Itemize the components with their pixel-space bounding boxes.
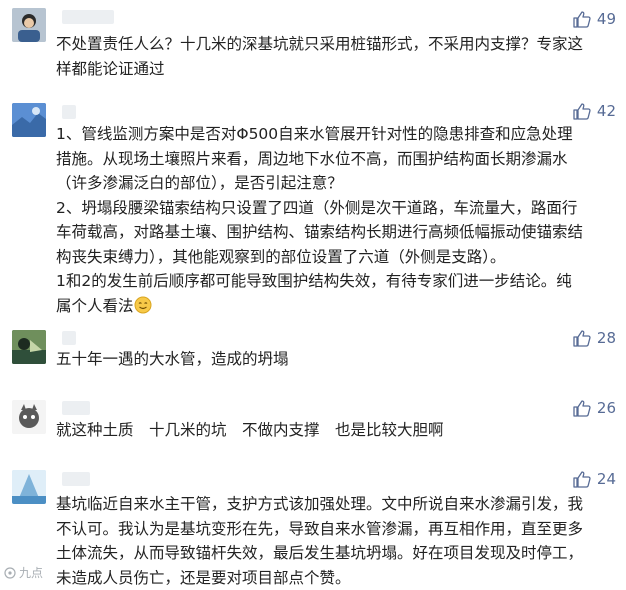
comment-text: 基坑临近自来水主干管，支护方式该加强处理。文中所说自来水渗漏引发，我 不认可。我… (56, 492, 616, 590)
like-button[interactable]: 24 (573, 470, 616, 488)
avatar[interactable] (12, 8, 46, 42)
comment-text: 就这种土质 十几米的坑 不做内支撑 也是比较大胆啊 (56, 418, 616, 443)
comment-text: 1、管线监测方案中是否对Φ500自来水管展开针对性的隐患排查和应急处理 措施。从… (56, 122, 616, 318)
watermark-text: 九点 (19, 564, 43, 581)
smile-emoji-icon (134, 296, 152, 314)
avatar[interactable] (12, 470, 46, 504)
username[interactable] (62, 331, 76, 345)
like-count: 42 (597, 102, 616, 120)
like-count: 49 (597, 10, 616, 28)
like-button[interactable]: 42 (573, 102, 616, 120)
avatar[interactable] (12, 103, 46, 137)
avatar[interactable] (12, 400, 46, 434)
watermark-logo-icon (4, 567, 16, 579)
thumbs-up-icon (573, 11, 591, 28)
comment-text: 不处置责任人么？十几米的深基坑就只采用桩锚形式，不采用内支撑？专家这 样都能论证… (56, 32, 616, 81)
like-button[interactable]: 26 (573, 399, 616, 417)
watermark: 九点 (4, 564, 43, 581)
username[interactable] (62, 10, 114, 24)
thumbs-up-icon (573, 400, 591, 417)
username[interactable] (62, 105, 76, 119)
username[interactable] (62, 401, 90, 415)
like-count: 26 (597, 399, 616, 417)
thumbs-up-icon (573, 471, 591, 488)
like-count: 24 (597, 470, 616, 488)
avatar[interactable] (12, 330, 46, 364)
comment-text: 五十年一遇的大水管，造成的坍塌 (56, 347, 616, 372)
like-button[interactable]: 28 (573, 329, 616, 347)
like-count: 28 (597, 329, 616, 347)
username[interactable] (62, 472, 90, 486)
like-button[interactable]: 49 (573, 10, 616, 28)
comment-1: 49 不处置责任人么？十几米的深基坑就只采用桩锚形式，不采用内支撑？专家这 样都… (0, 0, 626, 90)
thumbs-up-icon (573, 103, 591, 120)
thumbs-up-icon (573, 330, 591, 347)
